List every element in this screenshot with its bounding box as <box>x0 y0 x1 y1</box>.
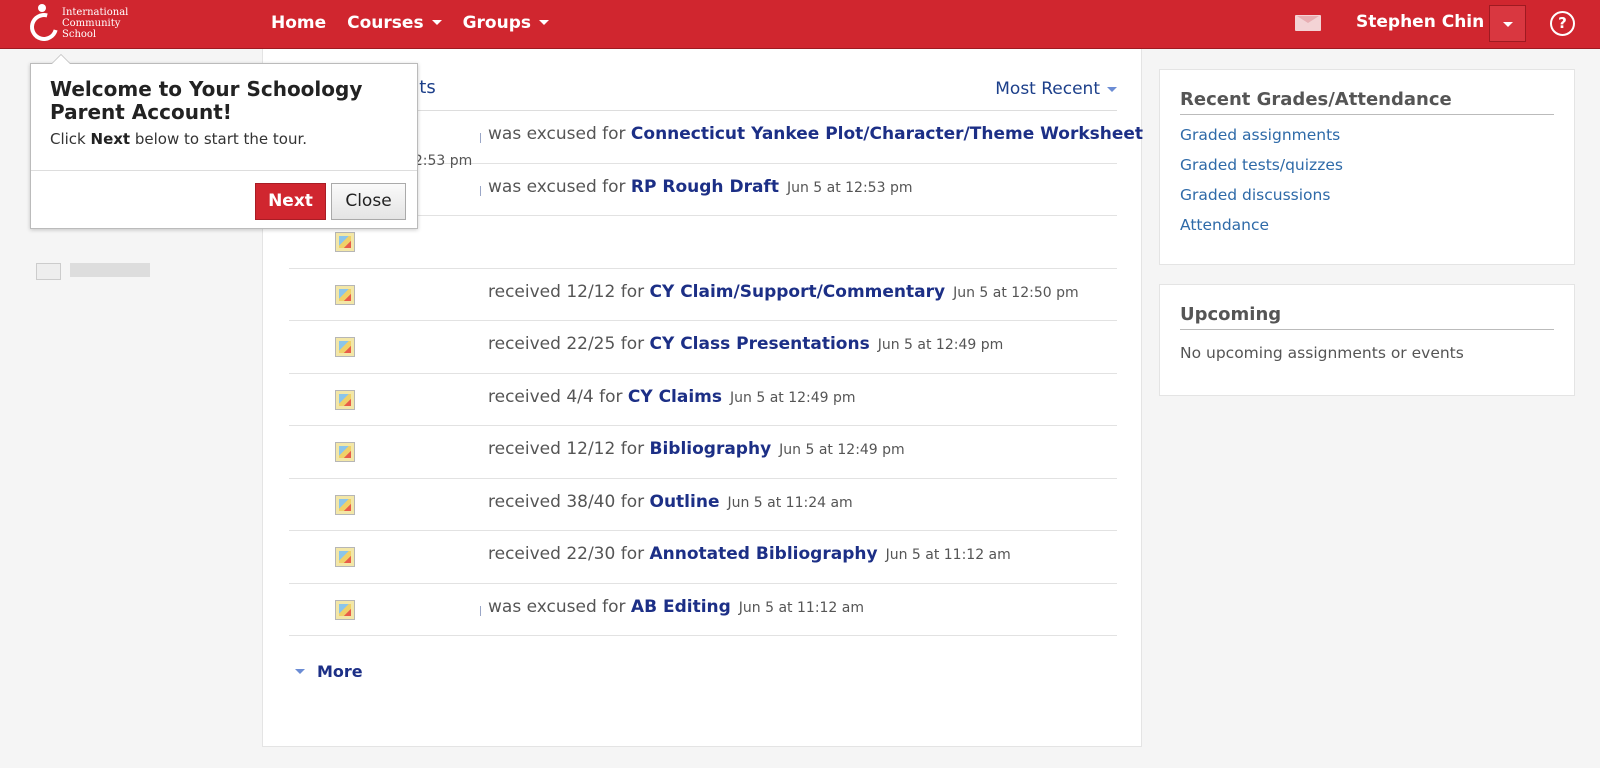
recent-grades-card: Recent Grades/Attendance Graded assignme… <box>1159 69 1575 265</box>
assignment-link[interactable]: Outline <box>650 492 720 512</box>
assignment-link[interactable]: Connecticut Yankee Plot/Character/Theme … <box>631 124 1143 144</box>
feed-item-text: received 38/40 for Outline Jun 5 at 11:24… <box>488 491 853 512</box>
feed-item-time: Jun 5 at 12:50 pm <box>953 284 1079 301</box>
popover-arrow <box>51 54 71 64</box>
assignment-link[interactable]: AB Editing <box>631 597 731 617</box>
sort-label: Most Recent <box>995 79 1100 99</box>
feed-item-text <box>488 229 496 249</box>
popover-footer: Next Close <box>31 170 417 228</box>
feed-item-text: was excused for Connecticut Yankee Plot/… <box>488 124 1144 144</box>
feed-item-text: received 12/12 for Bibliography Jun 5 at … <box>488 439 905 459</box>
feed-item-time: Jun 5 at 12:49 pm <box>877 337 1004 353</box>
mail-icon[interactable] <box>1295 15 1321 31</box>
chevron-down-icon <box>295 669 305 674</box>
main-nav: Home Courses Groups <box>271 0 570 45</box>
assignment-link[interactable]: Bibliography <box>650 439 772 459</box>
feed-item-text: was excused for AB Editing Jun 5 at 11:12… <box>488 596 865 617</box>
feed-item-time: Jun 5 at 11:12 am <box>885 547 1011 563</box>
feed-item-text: received 22/25 for CY Class Presentation… <box>488 334 1004 354</box>
assignment-link[interactable]: CY Claim/Support/Commentary <box>650 282 946 302</box>
sort-dropdown[interactable]: Most Recent <box>995 79 1117 99</box>
upcoming-card: Upcoming No upcoming assignments or even… <box>1159 284 1575 396</box>
attendance-link[interactable]: Attendance <box>1180 216 1269 234</box>
nav-courses[interactable]: Courses <box>347 13 442 33</box>
feed-item: received 12/12 for Bibliography Jun 5 at … <box>289 426 1117 479</box>
school-logo[interactable]: International Community School <box>24 1 129 47</box>
feed-item-text: received 12/12 for CY Claim/Support/Comm… <box>488 281 1079 302</box>
feed-item-marker <box>480 133 481 143</box>
graded-discussions-link[interactable]: Graded discussions <box>1180 186 1330 204</box>
user-menu-button[interactable] <box>1489 5 1526 42</box>
recent-grades-title: Recent Grades/Attendance <box>1180 89 1554 115</box>
feed-item-text: was excused for RP Rough Draft Jun 5 at 1… <box>488 176 913 197</box>
grade-icon <box>335 232 355 252</box>
feed-item-time: Jun 5 at 12:49 pm <box>730 389 856 406</box>
feed-item: received 4/4 for CY Claims Jun 5 at 12:49… <box>289 374 1117 426</box>
feed-item-text: received 22/30 for Annotated Bibliograph… <box>488 544 1011 564</box>
chevron-down-icon <box>1107 86 1117 92</box>
next-button[interactable]: Next <box>255 183 326 220</box>
feed-item-marker <box>480 185 481 196</box>
grade-icon <box>335 337 355 357</box>
chevron-down-icon <box>1503 22 1513 27</box>
assignment-link[interactable]: CY Class Presentations <box>650 334 870 354</box>
top-navigation-bar: International Community School Home Cour… <box>0 0 1600 49</box>
more-button[interactable]: More <box>295 662 363 681</box>
sidebar-item-label <box>70 263 150 277</box>
popover-body: Click Next below to start the tour. <box>50 130 308 148</box>
feed-item: was excused for AB Editing Jun 5 at 11:12… <box>289 584 1117 636</box>
user-name-link[interactable]: Stephen Chin <box>1356 12 1484 32</box>
feed-item: received 38/40 for Outline Jun 5 at 11:24… <box>289 479 1117 531</box>
sidebar-item-icon <box>36 263 61 280</box>
grade-icon <box>335 389 355 410</box>
feed-item: received 22/25 for CY Class Presentation… <box>289 321 1117 374</box>
feed-item-time: Jun 5 at 11:12 am <box>738 599 865 616</box>
upcoming-title: Upcoming <box>1180 304 1554 330</box>
school-logo-icon <box>24 3 64 47</box>
grade-icon <box>335 599 355 620</box>
feed-item: received 12/12 for CY Claim/Support/Comm… <box>289 269 1117 321</box>
graded-tests-link[interactable]: Graded tests/quizzes <box>1180 156 1343 174</box>
nav-home[interactable]: Home <box>271 13 326 33</box>
assignment-link[interactable]: Annotated Bibliography <box>650 544 878 564</box>
chevron-down-icon <box>539 20 549 25</box>
close-button[interactable]: Close <box>331 183 406 220</box>
chevron-down-icon <box>431 20 442 25</box>
school-logo-text: International Community School <box>62 6 129 40</box>
grade-icon <box>335 284 355 305</box>
grade-icon <box>335 494 355 515</box>
grade-icon <box>335 442 355 462</box>
feed-item-marker <box>480 605 481 616</box>
feed-item-time: Jun 5 at 12:49 pm <box>779 442 905 458</box>
upcoming-empty-text: No upcoming assignments or events <box>1180 344 1464 362</box>
grade-icon <box>335 547 355 567</box>
feed-item-time: Jun 5 at 11:24 am <box>727 494 853 511</box>
assignment-link[interactable]: RP Rough Draft <box>631 177 779 197</box>
assignment-link[interactable]: CY Claims <box>628 387 722 407</box>
nav-groups[interactable]: Groups <box>463 13 549 33</box>
welcome-tour-popover: Welcome to Your Schoology Parent Account… <box>30 54 418 229</box>
help-icon[interactable]: ? <box>1550 11 1575 36</box>
feed-item-time: Jun 5 at 12:53 pm <box>786 179 913 196</box>
popover-title: Welcome to Your Schoology Parent Account… <box>50 77 363 124</box>
feed-item: received 22/30 for Annotated Bibliograph… <box>289 531 1117 584</box>
feed-item-text: received 4/4 for CY Claims Jun 5 at 12:49… <box>488 386 856 407</box>
graded-assignments-link[interactable]: Graded assignments <box>1180 126 1340 144</box>
